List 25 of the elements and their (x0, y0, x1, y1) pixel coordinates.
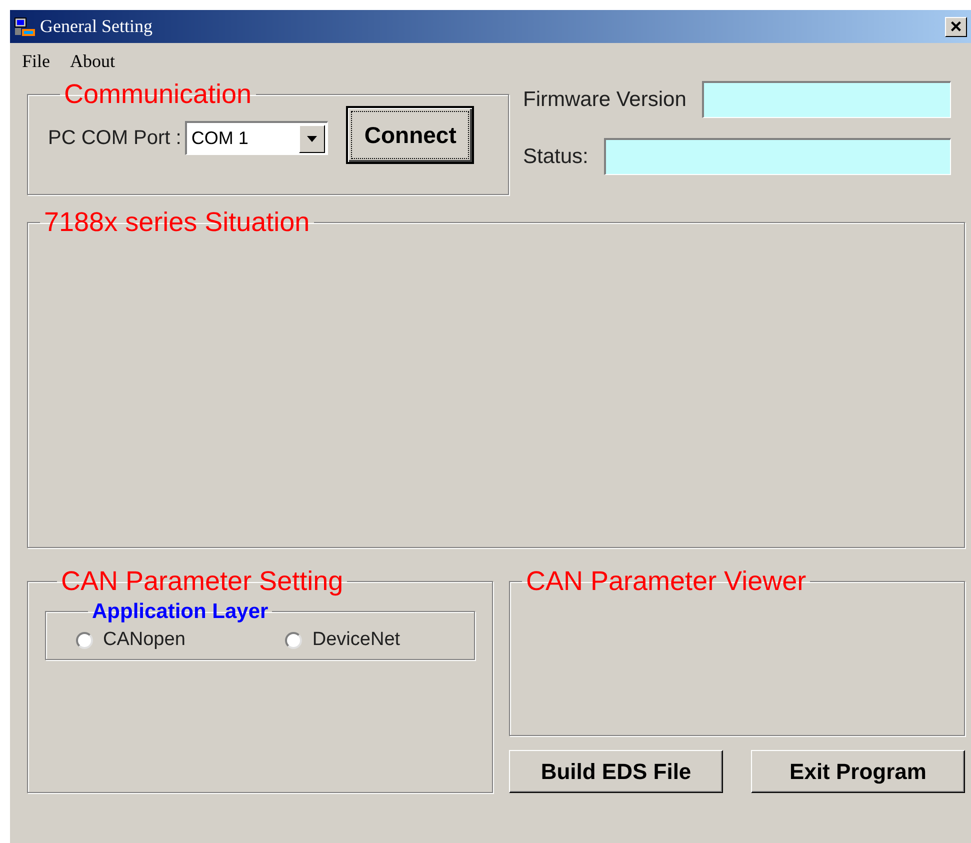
field-label: Status: (523, 144, 588, 170)
menu-item[interactable]: About (70, 48, 116, 74)
group-title: 7188x series Situation (43, 209, 311, 236)
action-button[interactable]: Build EDS File (509, 750, 723, 793)
dropdown-button[interactable] (299, 124, 326, 152)
group-title: CAN Parameter Viewer (525, 568, 808, 595)
group-title: Communication (63, 81, 253, 108)
field-label: Firmware Version (523, 86, 686, 113)
action-button[interactable]: Exit Program (751, 750, 965, 793)
group-title: Application Layer (91, 601, 270, 622)
menu-item[interactable]: File (22, 48, 50, 74)
text-field[interactable] (604, 138, 951, 175)
connect-button[interactable]: Connect (346, 106, 474, 164)
window-title: General Setting (40, 15, 152, 38)
group-title: CAN Parameter Setting (60, 568, 344, 595)
radio-option[interactable]: CANopen (76, 626, 186, 654)
port-dropdown[interactable]: COM 1 (185, 121, 328, 155)
text-field[interactable] (702, 81, 951, 118)
computer-icon (14, 16, 36, 36)
radio-button[interactable] (285, 632, 302, 649)
radio-option[interactable]: DeviceNet (285, 626, 400, 654)
close-button[interactable]: × (945, 16, 967, 36)
field-label: PC COM Port : (48, 126, 182, 151)
caret-icon (307, 136, 318, 142)
radio-button[interactable] (76, 632, 93, 649)
